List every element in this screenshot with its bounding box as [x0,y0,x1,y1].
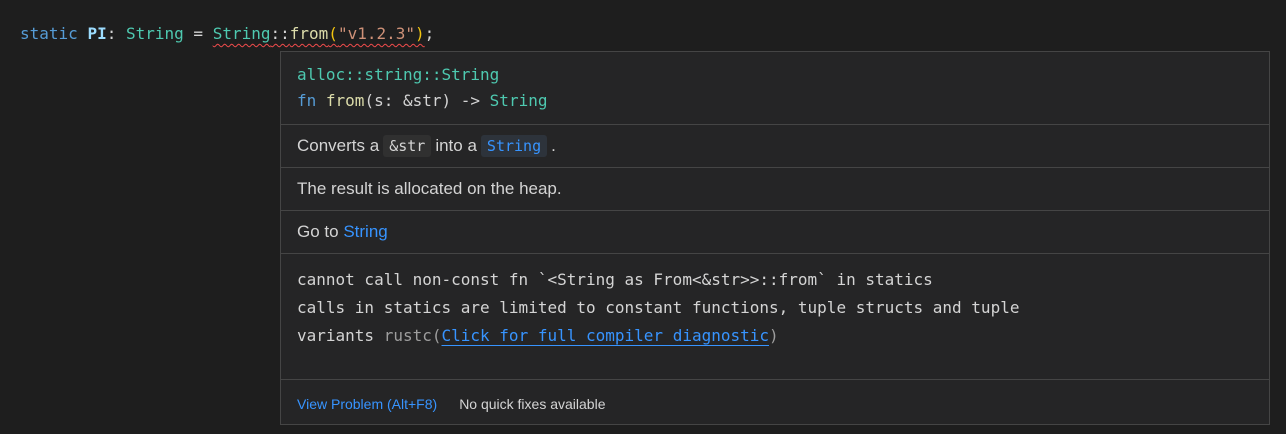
code-line[interactable]: static PI: String = String::from("v1.2.3… [20,22,434,46]
view-problem-link[interactable]: View Problem (Alt+F8) [297,396,437,412]
code-keyword: static [20,24,78,43]
full-diagnostic-link[interactable]: Click for full compiler diagnostic [442,326,770,345]
doc-suffix: . [551,136,556,155]
code-semicolon: ; [424,24,435,43]
diagnostic-source: rustc( [383,326,442,345]
hover-doc-detail: The result is allocated on the heap. [281,168,1269,211]
diagnostic-line-2: calls in statics are limited to constant… [297,298,1020,317]
signature-fn-keyword: fn [297,91,317,110]
doc-code-string-link[interactable]: String [480,135,548,157]
code-path-sep: :: [270,24,290,43]
hover-goto: Go to String [281,211,1269,254]
signature-return-type: String [489,91,548,110]
signature-fn-name: from [325,91,365,110]
hover-diagnostic: cannot call non-const fn `<String as Fro… [281,254,1269,380]
hover-status-bar: View Problem (Alt+F8) No quick fixes ava… [281,380,1269,428]
code-type: String [125,24,184,43]
diagnostic-source-close: ) [769,326,779,345]
diagnostic-line-1: cannot call non-const fn `<String as Fro… [297,270,933,289]
code-equals: = [193,24,204,43]
goto-label: Go to [297,222,339,241]
doc-detail-text: The result is allocated on the heap. [297,179,562,198]
code-call-type: String [212,24,271,43]
hover-doc-summary: Converts a &str into a String. [281,125,1269,168]
no-quick-fixes-text: No quick fixes available [459,396,606,412]
code-identifier: PI [87,24,107,43]
goto-string-link[interactable]: String [343,222,387,242]
code-paren-open: ( [328,24,338,43]
code-colon: : [106,24,117,43]
error-span[interactable]: String::from("v1.2.3") [213,24,425,43]
doc-code-str: &str [383,135,432,157]
hover-signature: alloc::string::String fn from(s: &str) -… [281,52,1269,125]
doc-prefix: Converts a [297,136,380,155]
signature-params: (s: &str) -> [364,91,481,110]
diagnostic-line-3: variants [297,326,375,345]
doc-middle: into a [435,136,477,155]
code-fn-name: from [289,24,329,43]
hover-widget: alloc::string::String fn from(s: &str) -… [280,51,1270,425]
signature-path: alloc::string::String [297,65,500,84]
code-string: "v1.2.3" [337,24,415,43]
code-paren-close: ) [415,24,425,43]
